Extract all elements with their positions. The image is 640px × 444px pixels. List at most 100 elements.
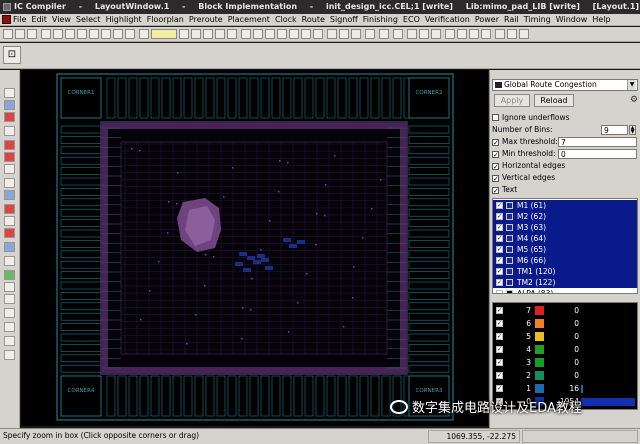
congestion-bin-row[interactable]: ✓ 4 0: [493, 344, 637, 356]
layer-checkbox[interactable]: ✓: [496, 235, 503, 242]
snap-icon[interactable]: [431, 29, 441, 39]
layer-checkbox[interactable]: ✓: [496, 202, 503, 209]
bin-checkbox[interactable]: ✓: [496, 320, 503, 327]
bin-checkbox[interactable]: ✓: [496, 333, 503, 340]
cursor-icon[interactable]: [495, 29, 505, 39]
menu-eco[interactable]: ECO: [403, 15, 420, 24]
reload-button[interactable]: Reload: [534, 94, 574, 107]
layout-canvas[interactable]: CORNER1 CORNER2 CORNER4 CORNER3: [21, 70, 488, 426]
num-bins-input[interactable]: 9: [601, 125, 628, 135]
bin-checkbox[interactable]: ✓: [496, 385, 503, 392]
left-tool-icon[interactable]: [4, 294, 15, 304]
zoom-in-icon[interactable]: [77, 29, 87, 39]
left-tool-icon[interactable]: [4, 336, 15, 346]
left-tool-icon[interactable]: [4, 126, 15, 136]
min-threshold-row[interactable]: ✓ Min threshold:: [492, 148, 556, 159]
left-tool-icon[interactable]: [4, 282, 15, 292]
undo-icon[interactable]: [41, 29, 51, 39]
layer-checkbox[interactable]: ✓: [496, 224, 503, 231]
text-checkbox[interactable]: ✓: [492, 187, 499, 195]
text-icon[interactable]: [277, 29, 287, 39]
zoom-tool-icon[interactable]: ⊡: [3, 46, 21, 64]
zoom-out-icon[interactable]: [89, 29, 99, 39]
left-tool-icon[interactable]: [4, 100, 15, 110]
layer-checkbox[interactable]: ✓: [496, 246, 503, 253]
menu-window[interactable]: Window: [556, 15, 588, 24]
left-tool-icon[interactable]: [4, 204, 15, 214]
menu-view[interactable]: View: [52, 15, 71, 24]
congestion-bin-row[interactable]: ✓ 3 0: [493, 357, 637, 369]
menu-edit[interactable]: Edit: [31, 15, 47, 24]
arrow-icon[interactable]: [481, 29, 491, 39]
menu-verification[interactable]: Verification: [425, 15, 470, 24]
max-threshold-input[interactable]: 7: [558, 137, 637, 147]
ruler-icon[interactable]: [265, 29, 275, 39]
pan-icon[interactable]: [113, 29, 123, 39]
congestion-bin-row[interactable]: ✓ 5 0: [493, 331, 637, 343]
bin-checkbox[interactable]: ✓: [496, 307, 503, 314]
bin-checkbox[interactable]: ✓: [496, 346, 503, 353]
layer-row[interactable]: ✓ TM2 (122): [493, 277, 637, 288]
menu-floorplan[interactable]: Floorplan: [147, 15, 184, 24]
bin-checkbox[interactable]: ✓: [496, 359, 503, 366]
open-icon[interactable]: [3, 29, 13, 39]
congestion-bin-row[interactable]: ✓ 7 0: [493, 305, 637, 317]
min-threshold-checkbox[interactable]: ✓: [492, 151, 499, 159]
max-threshold-row[interactable]: ✓ Max threshold:: [492, 136, 558, 147]
left-tool-icon[interactable]: [4, 164, 15, 174]
min-threshold-input[interactable]: 0: [558, 149, 637, 159]
left-tool-icon[interactable]: [4, 256, 15, 266]
ignore-underflows-checkbox[interactable]: [492, 114, 499, 121]
layer-row[interactable]: ✓ M1 (61): [493, 200, 637, 211]
select-icon[interactable]: [139, 29, 149, 39]
paste-icon[interactable]: [339, 29, 349, 39]
tree-icon[interactable]: [191, 29, 201, 39]
menu-select[interactable]: Select: [76, 15, 101, 24]
left-tool-icon[interactable]: [4, 216, 15, 226]
layer-row[interactable]: ALPA (83): [493, 288, 637, 293]
layer-checkbox[interactable]: ✓: [496, 257, 503, 264]
info-icon[interactable]: [469, 29, 479, 39]
layer-checkbox[interactable]: ✓: [496, 268, 503, 275]
menu-help[interactable]: Help: [592, 15, 610, 24]
menu-route[interactable]: Route: [302, 15, 325, 24]
zoom-box-icon[interactable]: [241, 29, 251, 39]
menu-finishing[interactable]: Finishing: [363, 15, 398, 24]
print-icon[interactable]: [27, 29, 37, 39]
layer-row[interactable]: ✓ M3 (63): [493, 222, 637, 233]
layer-select-dropdown[interactable]: [151, 29, 177, 39]
rotate-icon[interactable]: [365, 29, 375, 39]
menu-file[interactable]: File: [13, 15, 26, 24]
layer-checkbox[interactable]: ✓: [496, 279, 503, 286]
clear-icon[interactable]: [457, 29, 467, 39]
layer-row[interactable]: ✓ TM1 (120): [493, 266, 637, 277]
align-icon[interactable]: [393, 29, 403, 39]
map-mode-select[interactable]: Global Route Congestion ▼: [492, 79, 638, 91]
menu-highlight[interactable]: Highlight: [106, 15, 142, 24]
layer-checkbox[interactable]: ✓: [496, 213, 503, 220]
left-tool-icon[interactable]: [4, 242, 15, 252]
left-tool-icon[interactable]: [4, 308, 15, 318]
net-icon[interactable]: [203, 29, 213, 39]
congestion-bin-row[interactable]: ✓ 6 0: [493, 318, 637, 330]
layer-row[interactable]: ✓ M6 (66): [493, 255, 637, 266]
left-tool-icon[interactable]: [4, 270, 15, 280]
menu-timing[interactable]: Timing: [524, 15, 551, 24]
query-icon[interactable]: [289, 29, 299, 39]
search-icon[interactable]: [65, 29, 75, 39]
apply-button[interactable]: Apply: [494, 94, 530, 107]
layer-row[interactable]: ✓ M4 (64): [493, 233, 637, 244]
menu-signoff[interactable]: Signoff: [330, 15, 358, 24]
horizontal-edges-row[interactable]: ✓ Horizontal edges: [492, 160, 565, 171]
left-tool-icon[interactable]: [4, 112, 15, 122]
vertical-edges-row[interactable]: ✓ Vertical edges: [492, 172, 555, 183]
cell-icon[interactable]: [227, 29, 237, 39]
layer-row[interactable]: ✓ M2 (62): [493, 211, 637, 222]
via-icon[interactable]: [419, 29, 429, 39]
save-icon[interactable]: [15, 29, 25, 39]
copy-icon[interactable]: [327, 29, 337, 39]
text-row[interactable]: ✓ Text: [492, 184, 517, 195]
menu-power[interactable]: Power: [475, 15, 499, 24]
congestion-bin-row[interactable]: ✓ 1 16: [493, 383, 637, 395]
route-icon[interactable]: [407, 29, 417, 39]
